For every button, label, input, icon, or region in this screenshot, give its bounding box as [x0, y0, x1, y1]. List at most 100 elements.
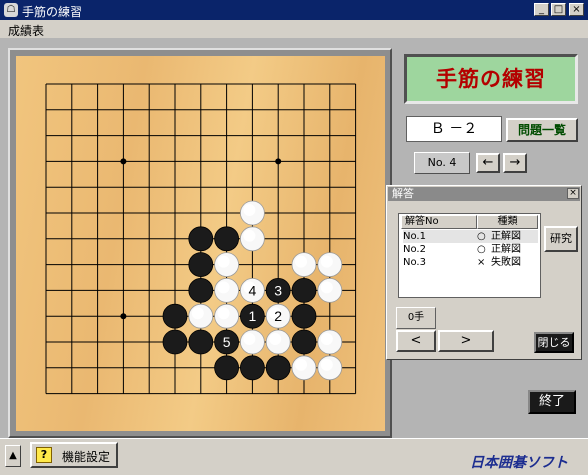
white-stone[interactable]: 4 [239, 277, 265, 303]
move-number: 5 [223, 334, 231, 350]
black-stone[interactable] [188, 252, 214, 278]
black-stone[interactable] [214, 226, 240, 252]
black-stone[interactable] [239, 355, 265, 381]
star-point [120, 313, 127, 320]
answer-window-title: 解答 [388, 187, 580, 201]
stone-highlight [295, 358, 307, 371]
answer-row[interactable]: No.3 × 失敗図 [403, 256, 538, 269]
brand-logo: 日本囲碁ソフト [470, 455, 568, 471]
stone-highlight [295, 255, 307, 268]
answer-row[interactable]: No.1 ○ 正解図 [403, 230, 538, 243]
expand-triangle-icon[interactable]: ▲ [5, 445, 21, 467]
black-stone[interactable] [265, 355, 291, 381]
column-header-kind[interactable]: 種類 [477, 215, 538, 229]
black-stone[interactable] [162, 329, 188, 355]
move-number: 3 [274, 282, 282, 298]
stone-disc [162, 329, 188, 355]
exercise-title-badge: 手筋の練習 [404, 54, 578, 104]
close-window-button[interactable]: × [569, 3, 584, 16]
problem-number: No. 4 [414, 152, 470, 174]
white-stone[interactable] [239, 200, 265, 226]
minimize-button[interactable]: _ [534, 3, 549, 16]
stone-disc [188, 252, 214, 278]
move-back-button[interactable]: < [396, 330, 436, 352]
stone-highlight [320, 255, 333, 268]
black-stone[interactable] [188, 277, 214, 303]
white-stone[interactable] [214, 277, 240, 303]
problem-code-field: Ｂ －２ [406, 116, 502, 142]
move-number: 2 [274, 308, 282, 324]
white-stone[interactable] [317, 355, 343, 381]
white-stone[interactable] [291, 355, 317, 381]
answer-window-title-text: 解答 [392, 187, 414, 200]
black-stone[interactable] [214, 355, 240, 381]
problem-list-button[interactable]: 問題一覧 [506, 118, 578, 142]
stone-disc [214, 226, 240, 252]
answer-list[interactable]: 解答No 種類 No.1 ○ 正解図 No.2 ○ 正解図 No.3 × 失敗図 [398, 213, 541, 298]
black-stone[interactable]: 1 [239, 303, 265, 329]
maximize-button[interactable]: □ [551, 3, 566, 16]
stone-highlight [320, 358, 333, 371]
exit-button[interactable]: 終了 [528, 390, 576, 414]
settings-label: 機能設定 [62, 450, 111, 464]
white-stone[interactable] [188, 303, 214, 329]
move-forward-button[interactable]: > [438, 330, 494, 352]
stone-highlight [217, 307, 230, 320]
stone-highlight [320, 281, 333, 294]
black-stone[interactable] [291, 329, 317, 355]
answer-window-close-icon[interactable]: × [567, 188, 579, 199]
stone-highlight [243, 333, 256, 345]
white-stone[interactable] [291, 252, 317, 278]
help-icon: ? [36, 447, 52, 463]
black-stone[interactable] [291, 303, 317, 329]
white-stone[interactable] [214, 303, 240, 329]
menu-bar: 成績表 [0, 20, 588, 38]
result-kind: 正解図 [491, 244, 521, 255]
title-bar: ☖ 手筋の練習 _ □ × [0, 0, 588, 20]
white-stone[interactable] [317, 252, 343, 278]
study-button[interactable]: 研究 [544, 226, 578, 252]
result-kind: 失敗図 [491, 257, 521, 268]
settings-button[interactable]: ? 機能設定 [30, 442, 118, 468]
stone-disc [265, 355, 291, 381]
white-stone[interactable] [214, 252, 240, 278]
stone-disc [214, 355, 240, 381]
answer-row[interactable]: No.2 ○ 正解図 [403, 243, 538, 256]
go-board[interactable]: 4 3 1 2 5 [16, 56, 385, 431]
next-problem-button[interactable]: → [503, 153, 527, 173]
star-point [275, 158, 282, 165]
result-mark: ○ [477, 231, 486, 242]
black-stone[interactable] [291, 277, 317, 303]
black-stone[interactable]: 3 [265, 277, 291, 303]
previous-problem-button[interactable]: ← [476, 153, 500, 173]
result-mark: × [477, 257, 486, 268]
white-stone[interactable] [317, 329, 343, 355]
stone-highlight [269, 333, 282, 345]
board-grid[interactable]: 4 3 1 2 5 [16, 56, 385, 431]
menu-item-scores[interactable]: 成績表 [8, 22, 44, 39]
stone-highlight [243, 229, 256, 242]
app-icon[interactable]: ☖ [4, 3, 18, 17]
move-number: 1 [249, 308, 257, 324]
stone-highlight [217, 281, 230, 294]
black-stone[interactable] [162, 303, 188, 329]
column-header-answer-no[interactable]: 解答No [401, 215, 477, 229]
white-stone[interactable] [265, 329, 291, 355]
black-stone[interactable]: 5 [214, 329, 240, 355]
close-answer-button[interactable]: 閉じる [534, 332, 574, 353]
black-stone[interactable] [188, 329, 214, 355]
star-point [120, 158, 127, 165]
white-stone[interactable] [317, 277, 343, 303]
white-stone[interactable] [239, 329, 265, 355]
stone-disc [188, 226, 214, 252]
stone-disc [188, 329, 214, 355]
white-stone[interactable] [239, 226, 265, 252]
result-kind: 正解図 [491, 231, 521, 242]
black-stone[interactable] [188, 226, 214, 252]
window-title: 手筋の練習 [22, 5, 83, 19]
answer-no: No.2 [403, 244, 426, 255]
stone-disc [291, 303, 317, 329]
white-stone[interactable]: 2 [265, 303, 291, 329]
move-number: 4 [249, 282, 257, 298]
stone-highlight [191, 307, 204, 320]
